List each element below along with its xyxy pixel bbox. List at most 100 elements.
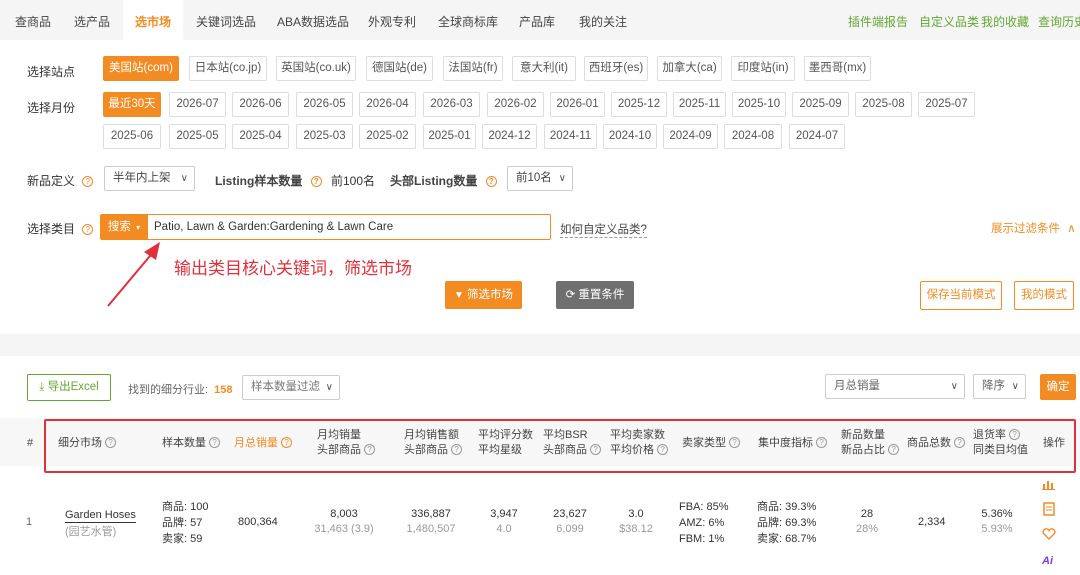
header-avg-bsr[interactable]: 平均BSR 头部商品 ? xyxy=(543,428,602,458)
my-mode-button[interactable]: 我的模式 xyxy=(1014,281,1074,310)
help-icon[interactable]: ? xyxy=(1009,429,1021,440)
month-chip[interactable]: 2025-09 xyxy=(792,92,849,117)
custom-category-link[interactable]: 自定义品类 xyxy=(919,0,979,40)
header-return-rate[interactable]: 退货率 ? 同类目均值 xyxy=(973,428,1028,458)
month-chip[interactable]: 2025-07 xyxy=(918,92,975,117)
header-avg-sales[interactable]: 月均销量 头部商品 ? xyxy=(317,428,376,458)
expand-filter-link[interactable]: 展示过滤条件 ∧ xyxy=(991,220,1076,236)
reset-button[interactable]: ⟳ 重置条件 xyxy=(556,281,634,309)
tab-aba-select[interactable]: ABA数据选品 xyxy=(277,0,349,40)
header-seller-type[interactable]: 卖家类型 ? xyxy=(682,436,741,451)
tab-trademark[interactable]: 全球商标库 xyxy=(438,0,498,40)
header-return-rate-label: 退货率 xyxy=(973,429,1006,441)
confirm-button[interactable]: 确定 xyxy=(1040,374,1076,400)
site-chip-us[interactable]: 美国站(com) xyxy=(103,56,179,81)
tab-product-library[interactable]: 产品库 xyxy=(519,0,555,40)
month-chip[interactable]: 2025-04 xyxy=(232,124,289,149)
month-chip[interactable]: 2026-03 xyxy=(423,92,480,117)
found-label: 找到的细分行业: 158 xyxy=(128,381,232,397)
sort-field-select[interactable]: 月总销量 ∨ xyxy=(825,374,965,399)
header-avg-sellers[interactable]: 平均卖家数 平均价格 ? xyxy=(610,428,669,458)
header-avg-reviews[interactable]: 平均评分数 平均星级 xyxy=(478,428,533,458)
month-chip[interactable]: 2024-08 xyxy=(724,124,782,149)
filter-market-button[interactable]: ▼ 筛选市场 xyxy=(445,281,522,309)
query-history-link[interactable]: 查询历史 xyxy=(1038,0,1080,40)
month-chip[interactable]: 2024-09 xyxy=(663,124,718,149)
month-chip[interactable]: 2025-05 xyxy=(169,124,226,149)
header-monthly-sales[interactable]: 月总销量 ? xyxy=(234,436,293,451)
help-icon[interactable]: ? xyxy=(888,444,900,455)
site-chip-de[interactable]: 德国站(de) xyxy=(366,56,433,81)
month-chip[interactable]: 2024-11 xyxy=(544,124,597,149)
month-chip[interactable]: 2025-02 xyxy=(359,124,416,149)
help-icon[interactable]: ? xyxy=(451,444,463,455)
header-new-products[interactable]: 新品数量 新品占比 ? xyxy=(841,428,900,458)
sort-order-select[interactable]: 降序 ∨ xyxy=(973,374,1026,399)
chart-icon[interactable] xyxy=(1042,478,1056,490)
custom-category-help-link[interactable]: 如何自定义品类? xyxy=(560,221,647,238)
month-chip[interactable]: 2024-12 xyxy=(482,124,537,149)
month-chip[interactable]: 2025-11 xyxy=(673,92,726,117)
category-input[interactable]: Patio, Lawn & Garden:Gardening & Lawn Ca… xyxy=(147,214,551,240)
help-icon[interactable]: ? xyxy=(485,176,497,187)
month-chip[interactable]: 2024-07 xyxy=(789,124,845,149)
month-chip[interactable]: 2025-01 xyxy=(423,124,476,149)
market-name-link[interactable]: Garden Hoses (园艺水管) xyxy=(65,508,136,540)
head-listing-select[interactable]: 前10名 ∨ xyxy=(507,166,573,191)
header-market[interactable]: 细分市场 ? xyxy=(58,436,117,451)
help-icon[interactable]: ? xyxy=(657,444,669,455)
ai-icon[interactable]: Ai xyxy=(1042,555,1053,567)
site-chip-fr[interactable]: 法国站(fr) xyxy=(443,56,503,81)
site-chip-mx[interactable]: 墨西哥(mx) xyxy=(804,56,871,81)
tab-keyword-select[interactable]: 关键词选品 xyxy=(196,0,256,40)
tab-my-follow[interactable]: 我的关注 xyxy=(579,0,627,40)
listing-value[interactable]: 前100名 xyxy=(331,172,375,189)
site-chip-it[interactable]: 意大利(it) xyxy=(512,56,576,81)
month-chip[interactable]: 2026-05 xyxy=(296,92,353,117)
month-chip[interactable]: 2026-01 xyxy=(550,92,605,117)
header-sample[interactable]: 样本数量 ? xyxy=(162,436,221,451)
header-concentration[interactable]: 集中度指标 ? xyxy=(758,436,828,451)
month-chip[interactable]: 2025-10 xyxy=(732,92,786,117)
tab-select-product[interactable]: 选产品 xyxy=(74,0,110,40)
month-chip[interactable]: 2026-07 xyxy=(169,92,226,117)
tab-select-market[interactable]: 选市场 xyxy=(123,0,183,40)
month-chip[interactable]: 2025-06 xyxy=(103,124,161,149)
my-favorites-link[interactable]: 我的收藏 xyxy=(981,0,1029,40)
help-icon[interactable]: ? xyxy=(954,437,966,448)
help-icon[interactable]: ? xyxy=(281,437,293,448)
help-icon[interactable]: ? xyxy=(310,176,322,187)
header-total[interactable]: 商品总数 ? xyxy=(907,436,966,451)
month-chip[interactable]: 2024-10 xyxy=(603,124,657,149)
month-chip[interactable]: 2026-06 xyxy=(232,92,289,117)
sample-filter-select[interactable]: 样本数量过滤 ∨ xyxy=(242,375,340,400)
help-icon[interactable]: ? xyxy=(82,176,94,187)
site-chip-ca[interactable]: 加拿大(ca) xyxy=(657,56,722,81)
help-icon[interactable]: ? xyxy=(729,437,741,448)
document-icon[interactable] xyxy=(1043,502,1055,516)
plugin-report-link[interactable]: 插件端报告 xyxy=(848,0,908,40)
help-icon[interactable]: ? xyxy=(209,437,221,448)
month-chip[interactable]: 2026-04 xyxy=(359,92,416,117)
new-def-select[interactable]: 半年内上架 ∨ xyxy=(104,166,195,191)
month-chip-recent30[interactable]: 最近30天 xyxy=(103,92,161,117)
help-icon[interactable]: ? xyxy=(816,437,828,448)
month-chip[interactable]: 2025-12 xyxy=(611,92,667,117)
help-icon[interactable]: ? xyxy=(105,437,117,448)
month-chip[interactable]: 2026-02 xyxy=(487,92,544,117)
export-excel-button[interactable]: ⤓ 导出Excel xyxy=(27,374,111,401)
tab-search-product[interactable]: 查商品 xyxy=(15,0,51,40)
help-icon[interactable]: ? xyxy=(590,444,602,455)
site-chip-jp[interactable]: 日本站(co.jp) xyxy=(189,56,267,81)
header-avg-revenue[interactable]: 月均销售额 头部商品 ? xyxy=(404,428,463,458)
site-chip-in[interactable]: 印度站(in) xyxy=(731,56,795,81)
tab-design-patent[interactable]: 外观专利 xyxy=(368,0,416,40)
save-mode-button[interactable]: 保存当前模式 xyxy=(920,281,1002,310)
help-icon[interactable]: ? xyxy=(364,444,376,455)
heart-icon[interactable] xyxy=(1042,528,1056,540)
help-icon[interactable]: ? xyxy=(82,224,94,235)
site-chip-es[interactable]: 西班牙(es) xyxy=(584,56,648,81)
site-chip-uk[interactable]: 英国站(co.uk) xyxy=(276,56,356,81)
month-chip[interactable]: 2025-08 xyxy=(855,92,912,117)
month-chip[interactable]: 2025-03 xyxy=(296,124,353,149)
